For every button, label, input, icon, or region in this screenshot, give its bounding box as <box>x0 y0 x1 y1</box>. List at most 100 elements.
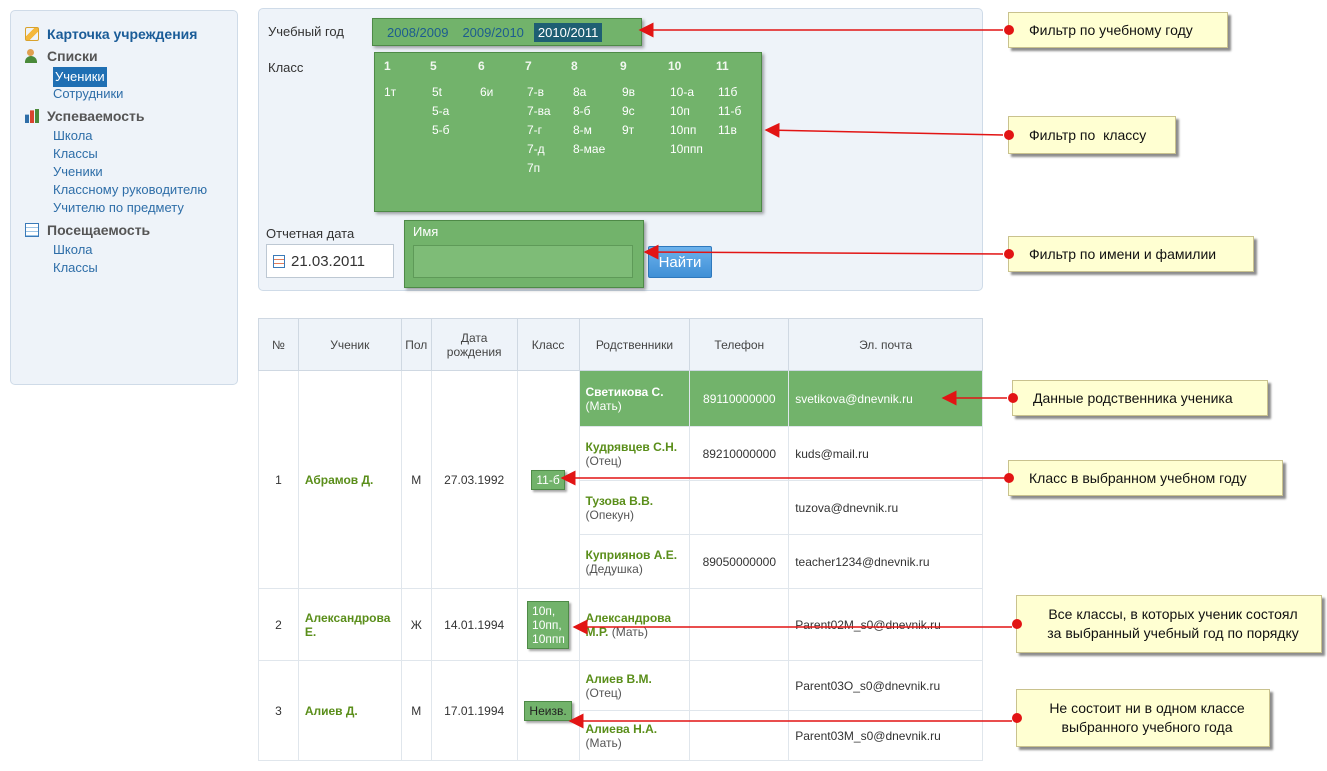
class-option[interactable]: 8а <box>573 85 586 99</box>
sidebar-item-staff[interactable]: Сотрудники <box>53 85 237 103</box>
email-cell: Parent03M_s0@dnevnik.ru <box>788 710 983 761</box>
class-group-header[interactable]: 6 <box>478 59 485 73</box>
relative-role: (Дедушка) <box>585 561 643 576</box>
class-option[interactable]: 11в <box>718 123 737 137</box>
class-group-header[interactable]: 7 <box>525 59 532 73</box>
sidebar-item-progress-subject-teacher[interactable]: Учителю по предмету <box>53 199 237 217</box>
name-input[interactable] <box>413 245 633 278</box>
col-header-class[interactable]: Класс <box>516 318 580 371</box>
col-header-num[interactable]: № <box>258 318 299 371</box>
class-group-header[interactable]: 11 <box>716 59 729 73</box>
class-group-header[interactable]: 10 <box>668 59 681 73</box>
class-label: Класс <box>268 60 304 75</box>
student-name-cell: Абрамов Д. <box>297 370 402 589</box>
relative-link[interactable]: Светикова С. <box>586 385 664 399</box>
sex-cell: М <box>400 370 432 589</box>
class-option[interactable]: 1т <box>384 85 396 99</box>
email-cell: Parent03O_s0@dnevnik.ru <box>788 660 983 711</box>
year-option-selected[interactable]: 2010/2011 <box>533 22 603 42</box>
class-filter: 1 5 6 7 8 9 10 11 1т 5t 5-а 5-б 6и 7-в 7-ва 7-г 7-д 7п 8а 8… <box>374 52 762 212</box>
col-header-student[interactable]: Ученик <box>297 318 402 371</box>
sidebar-item-attendance-school[interactable]: Школа <box>53 241 237 259</box>
class-option[interactable]: 7-д <box>527 142 545 156</box>
student-link[interactable]: Алиев Д. <box>305 704 358 718</box>
class-option[interactable]: 5t <box>432 85 442 99</box>
phone-cell: 89110000000 <box>689 370 790 427</box>
sidebar-section-label: Посещаемость <box>47 222 151 238</box>
sidebar-section-progress: Успеваемость <box>25 105 237 127</box>
class-group-header[interactable]: 8 <box>571 59 578 73</box>
class-option[interactable]: 7п <box>527 161 540 175</box>
sidebar-item-progress-school[interactable]: Школа <box>53 127 237 145</box>
class-option[interactable]: 5-а <box>432 104 449 118</box>
class-group-header[interactable]: 1 <box>384 59 391 73</box>
class-group-header[interactable]: 9 <box>620 59 627 73</box>
email-cell: Parent02M_s0@dnevnik.ru <box>788 588 983 661</box>
sex-cell: М <box>400 660 432 761</box>
sidebar-item-attendance-classes[interactable]: Классы <box>53 259 237 277</box>
relative-link[interactable]: Алиева Н.А. <box>586 722 658 736</box>
class-option[interactable]: 9в <box>622 85 635 99</box>
class-group-header[interactable]: 5 <box>430 59 437 73</box>
class-option[interactable]: 8-б <box>573 104 591 118</box>
calendar-icon[interactable] <box>273 254 285 268</box>
class-option[interactable]: 8-мае <box>573 142 605 156</box>
col-header-birth[interactable]: Дата рождения <box>430 318 518 371</box>
class-option[interactable]: 10ппп <box>670 142 703 156</box>
sidebar-item-progress-class-teacher[interactable]: Классному руководителю <box>53 181 237 199</box>
year-option[interactable]: 2008/2009 <box>387 25 448 40</box>
student-link[interactable]: Александрова Е. <box>305 611 397 639</box>
class-option[interactable]: 11б <box>718 85 737 99</box>
sidebar-card-link[interactable]: Карточка учреждения <box>25 23 237 45</box>
table-row: 1 Абрамов Д. М 27.03.1992 11-б Светикова… <box>258 370 983 589</box>
callout-dot <box>1004 130 1014 140</box>
class-option[interactable]: 9т <box>622 123 634 137</box>
sidebar: Карточка учреждения Списки Ученики Сотру… <box>10 10 238 385</box>
class-option[interactable]: 7-ва <box>527 104 551 118</box>
callout-text: Фильтр по имени и фамилии <box>1029 246 1217 262</box>
row-num: 2 <box>258 588 299 661</box>
year-option[interactable]: 2009/2010 <box>462 25 523 40</box>
student-link[interactable]: Абрамов Д. <box>305 473 374 487</box>
sidebar-section-label: Успеваемость <box>47 108 145 124</box>
phone-cell <box>689 660 790 711</box>
col-header-relatives[interactable]: Родственники <box>578 318 691 371</box>
student-name-cell: Александрова Е. <box>297 588 402 661</box>
class-option[interactable]: 10-а <box>670 85 694 99</box>
relative-role: (Мать) <box>585 735 622 750</box>
sidebar-card-label: Карточка учреждения <box>47 26 198 42</box>
year-label: Учебный год <box>268 24 344 39</box>
phone-cell <box>689 588 790 661</box>
find-button[interactable]: Найти <box>648 246 712 278</box>
class-option[interactable]: 6и <box>480 85 493 99</box>
class-option[interactable]: 10пп <box>670 123 696 137</box>
relative-link[interactable]: Алиев В.М. <box>586 672 652 686</box>
class-option[interactable]: 10п <box>670 104 690 118</box>
class-option[interactable]: 8-м <box>573 123 592 137</box>
phone-cell: 89050000000 <box>689 534 790 589</box>
sidebar-item-progress-students[interactable]: Ученики <box>53 163 237 181</box>
class-cell: 10п, 10пп, 10ппп <box>516 588 580 661</box>
class-option[interactable]: 7-г <box>527 123 542 137</box>
callout-year-filter: Фильтр по учебному году <box>1004 12 1228 48</box>
col-header-sex[interactable]: Пол <box>400 318 432 371</box>
sidebar-item-progress-classes[interactable]: Классы <box>53 145 237 163</box>
sidebar-item-students[interactable]: Ученики <box>53 67 237 87</box>
class-option[interactable]: 7-в <box>527 85 544 99</box>
phone-cell <box>689 480 790 535</box>
col-header-email[interactable]: Эл. почта <box>788 318 983 371</box>
class-option[interactable]: 5-б <box>432 123 450 137</box>
relative-role: (Отец) <box>585 453 622 468</box>
date-field[interactable]: 21.03.2011 <box>266 244 394 278</box>
relative-link[interactable]: Куприянов А.Е. <box>586 548 678 562</box>
callout-text-line1: Не состоит ни в одном классе <box>1049 700 1245 716</box>
relative-link[interactable]: Кудрявцев С.Н. <box>586 440 678 454</box>
class-option[interactable]: 11-б <box>718 104 741 118</box>
relative-link[interactable]: Тузова В.В. <box>586 494 654 508</box>
relative-cell: Тузова В.В. (Опекун) <box>578 480 691 535</box>
col-header-phone[interactable]: Телефон <box>689 318 790 371</box>
class-option[interactable]: 9с <box>622 104 635 118</box>
row-num: 1 <box>258 370 299 589</box>
birth-cell: 14.01.1994 <box>430 588 518 661</box>
callout-text: Фильтр по учебному году <box>1029 22 1193 38</box>
